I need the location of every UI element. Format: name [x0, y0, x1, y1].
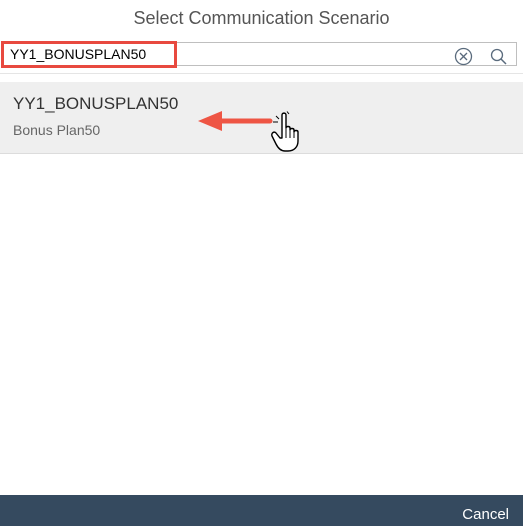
list-item-description: Bonus Plan50	[13, 122, 101, 138]
search-field-container	[3, 42, 517, 66]
search-input[interactable]	[6, 45, 450, 63]
search-bar	[0, 36, 523, 74]
clear-circle-icon[interactable]	[454, 47, 473, 66]
hand-pointer-icon	[271, 111, 299, 152]
dialog-title: Select Communication Scenario	[133, 8, 390, 28]
dialog-footer: Cancel	[0, 495, 523, 526]
cancel-button[interactable]: Cancel	[462, 506, 509, 523]
left-arrow-icon	[198, 111, 273, 131]
magnifier-icon[interactable]	[489, 47, 508, 66]
list-item-title: YY1_BONUSPLAN50	[13, 94, 179, 113]
